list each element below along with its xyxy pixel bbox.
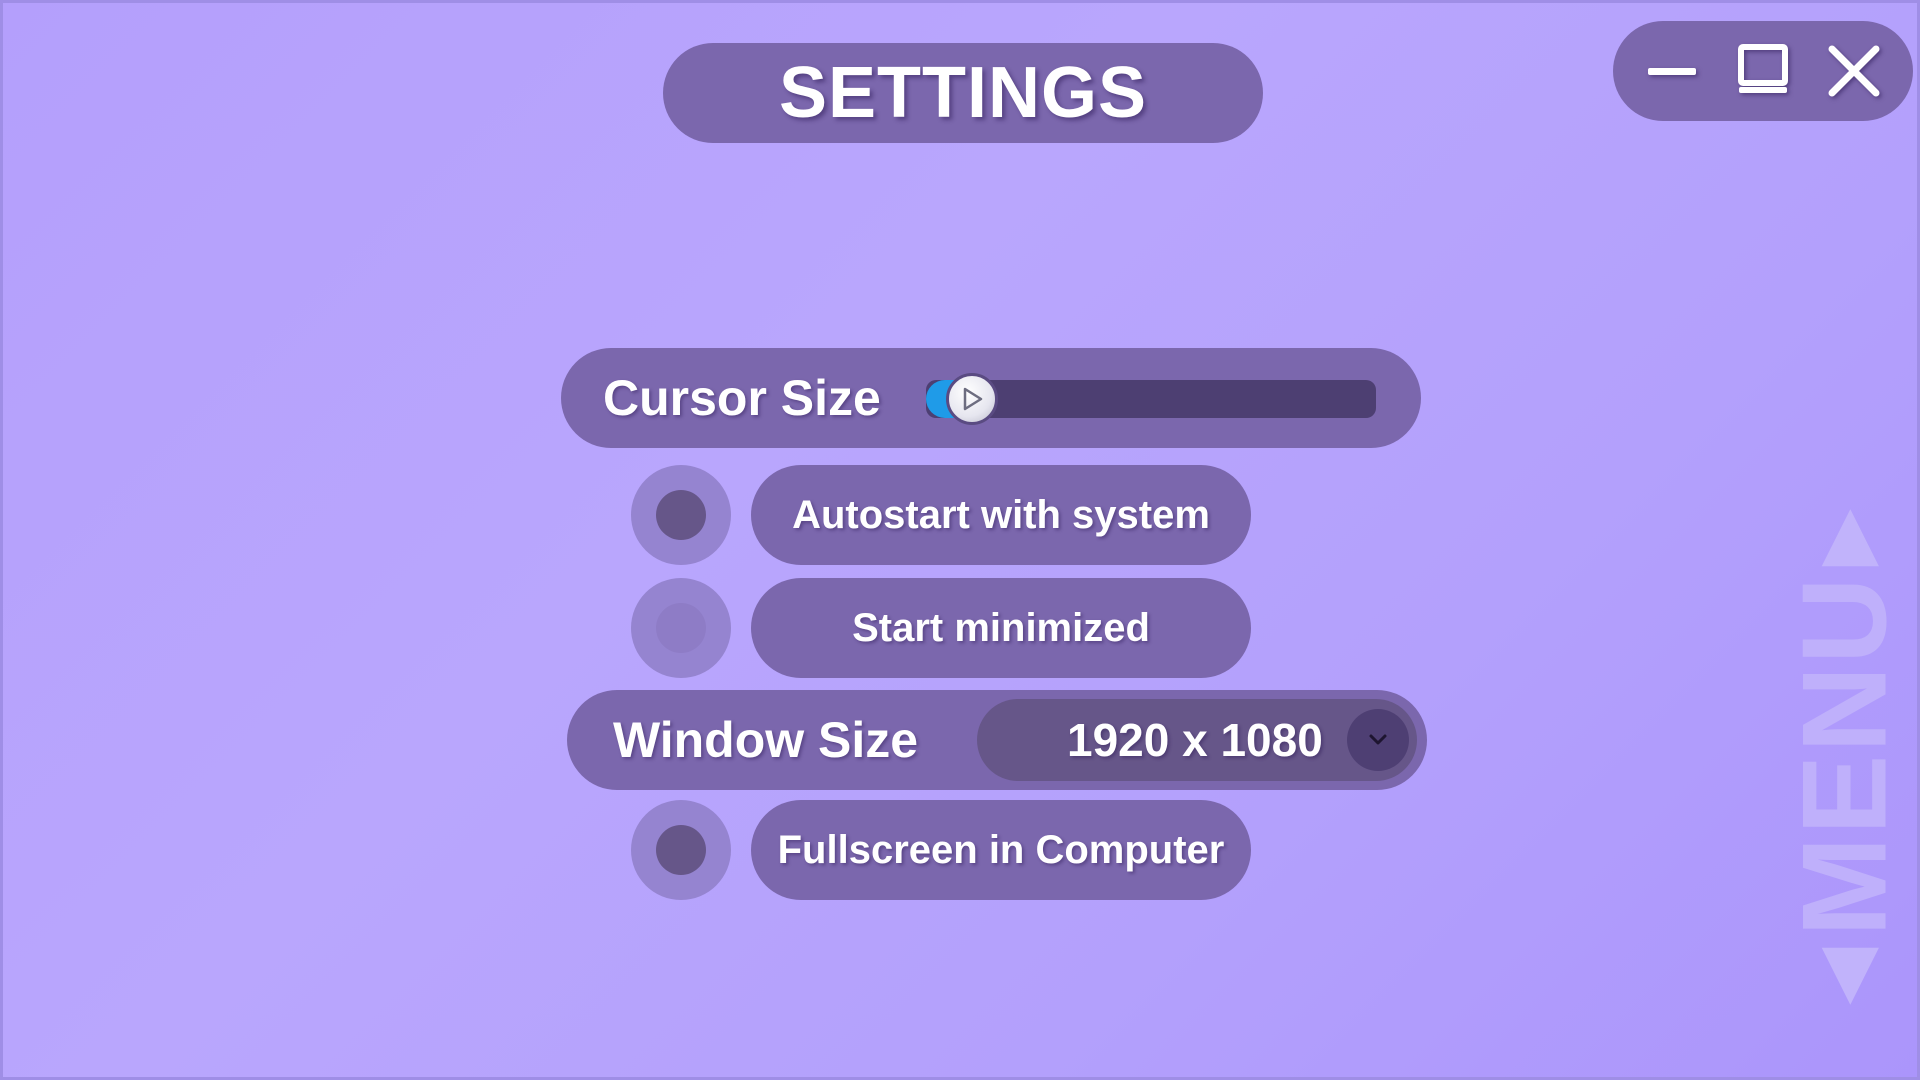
cursor-size-label: Cursor Size [603, 370, 881, 426]
window-controls [1613, 21, 1913, 121]
fullscreen-button[interactable]: Fullscreen in Computer [751, 800, 1251, 900]
side-menu-content: ◀ MENU ▶ [1775, 509, 1913, 1002]
close-button[interactable] [1819, 36, 1889, 106]
window-size-select[interactable]: 1920 x 1080 [977, 699, 1417, 781]
window-size-value: 1920 x 1080 [1067, 714, 1323, 766]
window-size-row: Window Size 1920 x 1080 [567, 690, 1427, 790]
radio-dot [656, 825, 706, 875]
slider-knob[interactable] [946, 373, 998, 425]
settings-title-pill: SETTINGS [663, 43, 1263, 143]
triangle-left-icon: ◀ [1805, 946, 1884, 1003]
option-label: Start minimized [852, 605, 1150, 650]
close-icon [1828, 45, 1880, 97]
option-fullscreen: Fullscreen in Computer [631, 800, 1251, 900]
side-menu-label: MENU [1777, 575, 1912, 937]
triangle-right-icon: ▶ [1805, 509, 1884, 566]
side-menu-tab[interactable]: ◀ MENU ▶ [1777, 471, 1911, 1041]
play-icon [963, 387, 983, 411]
maximize-icon [1737, 44, 1788, 93]
option-start-minimized: Start minimized [631, 578, 1251, 678]
start-minimized-button[interactable]: Start minimized [751, 578, 1251, 678]
page-title: SETTINGS [778, 53, 1148, 133]
maximize-button[interactable] [1728, 36, 1798, 106]
chevron-down-icon [1369, 734, 1387, 745]
dropdown-button[interactable] [1347, 709, 1409, 771]
radio-dot [656, 603, 706, 653]
option-autostart: Autostart with system [631, 465, 1251, 565]
cursor-size-row: Cursor Size [561, 348, 1421, 448]
autostart-radio[interactable] [631, 465, 731, 565]
cursor-size-slider[interactable] [926, 373, 1376, 425]
window-size-label: Window Size [613, 712, 919, 768]
fullscreen-radio[interactable] [631, 800, 731, 900]
minimize-button[interactable] [1637, 36, 1707, 106]
option-label: Fullscreen in Computer [777, 827, 1225, 872]
minimize-icon [1648, 68, 1697, 75]
option-label: Autostart with system [792, 492, 1210, 537]
start-minimized-radio[interactable] [631, 578, 731, 678]
radio-dot [656, 490, 706, 540]
autostart-button[interactable]: Autostart with system [751, 465, 1251, 565]
